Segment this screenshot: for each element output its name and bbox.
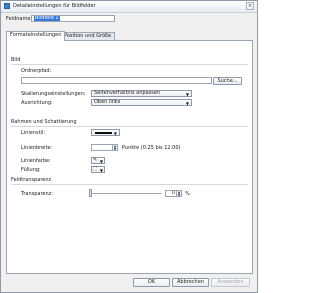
transparency-section-divider <box>11 184 248 185</box>
transparency-input[interactable]: 0 <box>165 190 177 197</box>
ok-button[interactable]: OK <box>133 278 170 287</box>
app-icon <box>4 3 10 9</box>
image-section-divider <box>11 64 248 65</box>
image-section-title: Bild <box>11 57 21 63</box>
chevron-down-icon: ▼ <box>99 159 103 164</box>
tab-position-size[interactable]: Position und Größe <box>60 32 116 40</box>
details-dialog: Detaileinstellungen für Bildfelder × Fel… <box>0 0 258 293</box>
transparency-spinner[interactable]: ▲ ▼ <box>177 190 182 197</box>
format-settings-panel: Bild Ordnerpfad: Suche... Skalierungsein… <box>6 40 253 274</box>
pen-icon: ✎ <box>93 157 98 163</box>
frame-section-title: Rahmen und Schattierung <box>11 119 77 125</box>
folder-path-input[interactable] <box>21 77 212 84</box>
field-name-input[interactable]: Bildfeld 1 <box>31 15 115 22</box>
frame-section-divider <box>11 126 248 127</box>
transparency-slider-thumb[interactable] <box>89 189 92 197</box>
chevron-down-icon: ▼ <box>185 92 189 97</box>
line-width-label: Linienbreite: <box>21 145 53 151</box>
transparency-unit: % <box>185 191 190 197</box>
title-bar: Detaileinstellungen für Bildfelder × <box>1 1 257 13</box>
apply-button[interactable]: Anwenden <box>211 278 250 287</box>
line-style-swatch <box>95 132 112 134</box>
line-color-label: Linienfarbe: <box>21 158 51 164</box>
alignment-select[interactable]: Oben links ▼ <box>91 99 192 106</box>
window-title: Detaileinstellungen für Bildfelder <box>13 3 96 9</box>
line-width-input[interactable] <box>91 144 113 151</box>
close-button[interactable]: × <box>246 2 254 10</box>
chevron-down-icon: ▼ <box>113 131 117 136</box>
scaling-value: Seitenverhältnis anpassen <box>94 90 161 96</box>
browse-button[interactable]: Suche... <box>213 77 242 85</box>
chevron-down-icon: ▼ <box>99 168 103 173</box>
transparency-label: Transparenz: <box>21 191 53 197</box>
scaling-label: Skalierungseinstellungen: <box>21 91 86 97</box>
fill-label: Füllung: <box>21 167 41 173</box>
transparency-slider-track[interactable] <box>91 193 161 194</box>
fill-button[interactable]: ⛶ ▼ <box>91 166 105 173</box>
cancel-button[interactable]: Abbrechen <box>172 278 209 287</box>
chevron-down-icon: ▼ <box>185 101 189 106</box>
paint-bucket-icon: ⛶ <box>93 166 97 172</box>
tab-format-settings[interactable]: Formateinstellungen <box>6 31 66 41</box>
scaling-select[interactable]: Seitenverhältnis anpassen ▼ <box>91 90 192 97</box>
line-width-spinner[interactable]: ▲ ▼ <box>113 144 118 151</box>
alignment-value: Oben links <box>94 99 121 105</box>
transparency-section-title: Feldtransparenz <box>11 177 52 183</box>
close-icon: × <box>247 3 253 9</box>
field-name-label: Feldname: <box>6 16 33 22</box>
line-style-label: Linienstil: <box>21 130 46 136</box>
alignment-label: Ausrichtung: <box>21 100 53 106</box>
field-name-value: Bildfeld 1 <box>34 15 60 21</box>
line-color-button[interactable]: ✎ ▼ <box>91 157 105 164</box>
line-style-select[interactable]: ▼ <box>91 129 120 136</box>
folder-path-label: Ordnerpfad: <box>21 68 52 74</box>
line-width-hint: Punkte (0.25 bis 12.00) <box>122 145 181 151</box>
